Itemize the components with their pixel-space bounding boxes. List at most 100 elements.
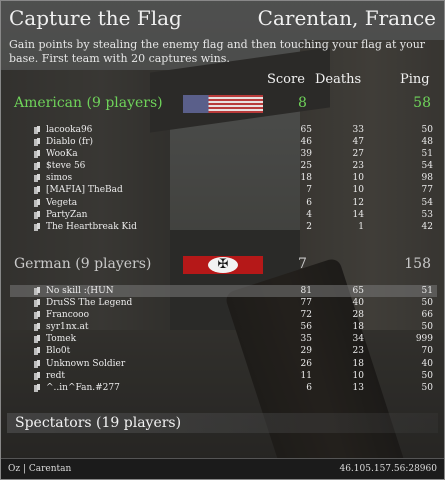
ammo-clip-icon	[32, 286, 42, 296]
player-name: Diablo (fr)	[46, 137, 94, 148]
player-deaths: 1	[358, 221, 364, 232]
player-name: ^..in^Fan.#277	[46, 382, 120, 393]
player-name: DruSS The Legend	[46, 298, 133, 309]
ammo-clip-icon	[32, 125, 42, 135]
team-row-american: American (9 players) 8 58	[10, 95, 437, 115]
player-deaths: 14	[352, 209, 364, 220]
ammo-clip-icon	[32, 222, 42, 232]
player-row: syr1nx.at 56 18 50	[10, 321, 437, 333]
player-deaths: 34	[352, 334, 364, 345]
player-list-german: No skill :(HUN 81 65 51 DruSS The Legend 77 40…	[10, 285, 437, 394]
player-name: PartyZan	[46, 209, 88, 220]
player-deaths: 10	[352, 173, 364, 184]
player-name: No skill :(HUN	[46, 286, 114, 296]
player-ping: 54	[421, 197, 433, 208]
player-name: Vegeta	[46, 197, 78, 208]
game-mode-title: Capture the Flag	[9, 6, 182, 30]
player-ping: 48	[421, 137, 433, 148]
player-ping: 53	[421, 209, 433, 220]
player-score: 11	[300, 370, 312, 381]
player-name: syr1nx.at	[46, 322, 89, 333]
player-deaths: 65	[352, 286, 364, 296]
team-score: 7	[298, 256, 307, 272]
player-score: 18	[300, 173, 312, 184]
player-score: 46	[300, 137, 312, 148]
ammo-clip-icon	[32, 137, 42, 147]
ammo-clip-icon	[32, 149, 42, 159]
player-ping: 77	[421, 185, 433, 196]
player-row: simos 18 10 98	[10, 172, 437, 184]
player-deaths: 13	[352, 382, 364, 393]
game-mode-description: Gain points by stealing the enemy flag a…	[9, 38, 426, 65]
player-ping: 98	[421, 173, 433, 184]
column-header-deaths: Deaths	[315, 72, 362, 87]
ammo-clip-icon	[32, 322, 42, 332]
player-ping: 50	[421, 382, 433, 393]
player-score: 56	[300, 322, 312, 333]
player-row: WooKa 39 27 51	[10, 148, 437, 160]
player-row: lacooka96 65 33 50	[10, 124, 437, 136]
player-name: Unknown Soldier	[46, 358, 126, 369]
player-row: The Heartbreak Kid 2 1 42	[10, 221, 437, 233]
player-row: DruSS The Legend 77 40 50	[10, 297, 437, 309]
player-score: 25	[300, 161, 312, 172]
player-score: 6	[306, 197, 312, 208]
player-deaths: 18	[352, 322, 364, 333]
player-ping: 42	[421, 221, 433, 232]
team-score: 8	[298, 95, 307, 111]
ammo-clip-icon	[32, 346, 42, 356]
column-header-ping: Ping	[400, 72, 430, 87]
player-row: PartyZan 4 14 53	[10, 209, 437, 221]
team-ping: 58	[413, 95, 431, 111]
player-deaths: 23	[352, 161, 364, 172]
player-deaths: 10	[352, 370, 364, 381]
player-score: 81	[300, 286, 312, 296]
player-row: Tomek 35 34 999	[10, 333, 437, 345]
player-name: The Heartbreak Kid	[46, 221, 137, 232]
scoreboard-title-row: Capture the Flag Carentan, France	[9, 6, 436, 34]
ammo-clip-icon	[32, 185, 42, 195]
player-score: 29	[300, 346, 312, 357]
ammo-clip-icon	[32, 334, 42, 344]
player-ping: 66	[421, 310, 433, 321]
player-deaths: 27	[352, 149, 364, 160]
player-row: No skill :(HUN 81 65 51	[10, 285, 437, 298]
player-ping: 54	[421, 161, 433, 172]
ammo-clip-icon	[32, 173, 42, 183]
ammo-clip-icon	[32, 310, 42, 320]
player-name: [MAFIA] TheBad	[46, 185, 123, 196]
player-score: 26	[300, 358, 312, 369]
team-ping: 158	[404, 256, 431, 272]
player-deaths: 18	[352, 358, 364, 369]
player-score: 72	[300, 310, 312, 321]
player-deaths: 28	[352, 310, 364, 321]
status-footer: Oz | Carentan 46.105.157.56:28960	[0, 458, 445, 480]
player-name: Blo0t	[46, 346, 71, 357]
player-score: 35	[300, 334, 312, 345]
player-row: Francooo 72 28 66	[10, 309, 437, 321]
player-name: lacooka96	[46, 125, 93, 135]
player-score: 2	[306, 221, 312, 232]
player-deaths: 33	[352, 125, 364, 135]
player-deaths: 40	[352, 298, 364, 309]
team-row-german: German (9 players) ✠ 7 158	[10, 256, 437, 276]
german-flag-icon: ✠	[183, 256, 263, 274]
ammo-clip-icon	[32, 161, 42, 171]
player-row: [MAFIA] TheBad 7 10 77	[10, 184, 437, 196]
player-score: 4	[306, 209, 312, 220]
player-deaths: 47	[352, 137, 364, 148]
team-name: American (9 players)	[14, 95, 163, 111]
player-score: 65	[300, 125, 312, 135]
player-score: 39	[300, 149, 312, 160]
player-name: redt	[46, 370, 66, 381]
scoreboard: Capture the Flag Carentan, France Gain p…	[5, 2, 440, 450]
player-row: Unknown Soldier 26 18 40	[10, 358, 437, 370]
player-ping: 70	[421, 346, 433, 357]
player-name: Tomek	[46, 334, 77, 345]
player-ping: 50	[421, 370, 433, 381]
player-row: Blo0t 29 23 70	[10, 345, 437, 357]
ammo-clip-icon	[32, 371, 42, 381]
player-deaths: 10	[352, 185, 364, 196]
player-row: Vegeta 6 12 54	[10, 197, 437, 209]
player-ping: 999	[415, 334, 433, 345]
